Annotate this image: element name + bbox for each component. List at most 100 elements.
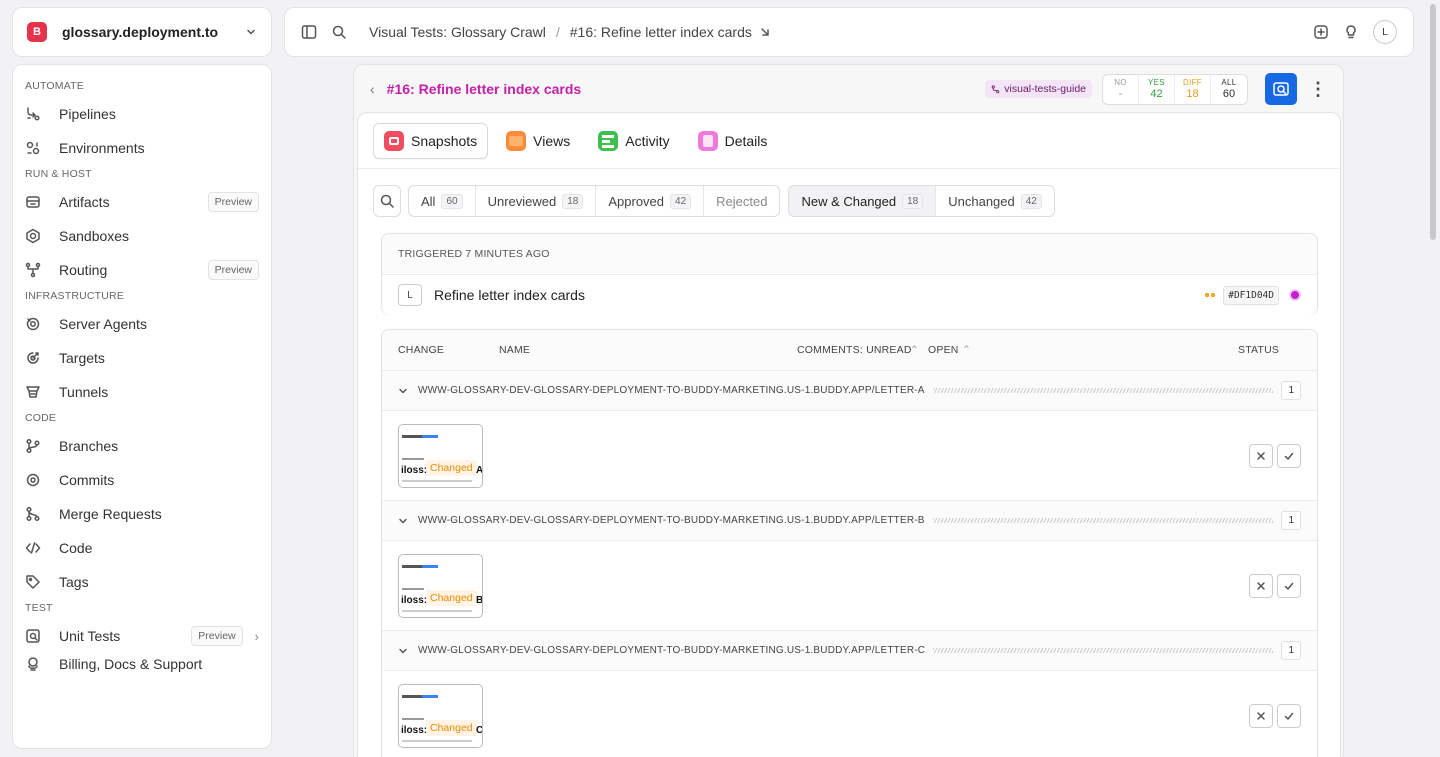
snapshot-thumbnail[interactable]: iloss: Changed C: [398, 684, 483, 748]
commit-hash[interactable]: #DF1D04D: [1223, 285, 1279, 305]
sidebar-item-merge-requests[interactable]: Merge Requests: [13, 497, 271, 531]
col-name[interactable]: NAME: [499, 344, 530, 356]
branch-tag-label: visual-tests-guide: [1004, 83, 1086, 95]
sidebar-item-tags[interactable]: Tags: [13, 565, 271, 599]
sidebar-item-pipelines[interactable]: Pipelines: [13, 97, 271, 131]
review-button[interactable]: [1265, 73, 1297, 105]
reject-button[interactable]: [1249, 444, 1273, 468]
reject-button[interactable]: [1249, 704, 1273, 728]
col-change[interactable]: CHANGE: [398, 344, 444, 356]
main-panel: ‹ #16: Refine letter index cards visual-…: [353, 64, 1344, 757]
section-test: TEST: [25, 602, 53, 614]
snapshot-group[interactable]: WWW-GLOSSARY-DEV-GLOSSARY-DEPLOYMENT-TO-…: [382, 501, 1317, 541]
stat-all: ALL 60: [1221, 78, 1237, 100]
sidebar-toggle-icon[interactable]: [301, 24, 317, 40]
changed-label: Changed: [426, 460, 477, 476]
back-icon[interactable]: ‹: [370, 81, 375, 97]
sidebar-item-billing[interactable]: Billing, Docs & Support: [13, 653, 271, 675]
status-dot-icon: [1289, 289, 1301, 301]
sort-asc-icon[interactable]: ⌃: [910, 344, 919, 356]
sidebar-item-sandboxes[interactable]: Sandboxes: [13, 219, 271, 253]
check-icon: [1284, 712, 1294, 720]
changed-label: Changed: [426, 720, 477, 736]
breadcrumb-project[interactable]: Visual Tests: Glossary Crawl: [369, 24, 546, 40]
group-count: 1: [1281, 381, 1301, 400]
reject-button[interactable]: [1249, 574, 1273, 598]
trigger-card: TRIGGERED 7 MINUTES AGO L Refine letter …: [381, 233, 1318, 315]
bulb-icon[interactable]: [1343, 24, 1359, 40]
tab-activity[interactable]: Activity: [588, 123, 679, 159]
breadcrumb-run[interactable]: #16: Refine letter index cards: [570, 24, 752, 40]
col-open[interactable]: OPEN: [928, 344, 959, 356]
review-actions: [1249, 444, 1301, 468]
tab-label: Snapshots: [411, 132, 478, 149]
chevron-down-icon: [399, 648, 407, 653]
tab-details[interactable]: Details: [688, 123, 778, 159]
sidebar-item-server-agents[interactable]: Server Agents: [13, 307, 271, 341]
snapshot-group[interactable]: WWW-GLOSSARY-DEV-GLOSSARY-DEPLOYMENT-TO-…: [382, 371, 1317, 411]
col-comments[interactable]: COMMENTS: UNREAD: [797, 344, 912, 356]
search-icon[interactable]: [331, 24, 347, 40]
sidebar-item-label: Merge Requests: [59, 506, 162, 522]
filter-approved[interactable]: Approved 42: [596, 186, 705, 216]
sidebar-item-label: Unit Tests: [59, 628, 121, 644]
filter-all[interactable]: All 60: [409, 186, 476, 216]
approve-button[interactable]: [1277, 444, 1301, 468]
arrow-down-right-icon[interactable]: [760, 27, 770, 37]
filter-search-button[interactable]: [373, 185, 401, 217]
sidebar-item-label: Code: [59, 540, 93, 556]
sidebar-item-environments[interactable]: Environments: [13, 131, 271, 165]
sidebar-item-commits[interactable]: Commits: [13, 463, 271, 497]
snapshot-group[interactable]: WWW-GLOSSARY-DEV-GLOSSARY-DEPLOYMENT-TO-…: [382, 631, 1317, 671]
sidebar-item-unit-tests[interactable]: Unit Tests Preview ›: [13, 619, 271, 653]
table-row: iloss: Changed A: [382, 411, 1317, 501]
preview-badge: Preview: [207, 260, 259, 280]
close-icon: [1257, 712, 1265, 720]
agent-icon: [26, 317, 40, 331]
page-scrollbar[interactable]: [1430, 4, 1436, 240]
sidebar-item-label: Billing, Docs & Support: [59, 656, 203, 672]
sidebar-item-label: Tunnels: [59, 384, 109, 400]
snapshots-table: CHANGE NAME COMMENTS: UNREAD ⌃ OPEN ⌃ ST…: [381, 329, 1318, 757]
approve-button[interactable]: [1277, 574, 1301, 598]
tab-views[interactable]: Views: [496, 123, 580, 159]
preview-badge: Preview: [207, 192, 259, 212]
tunnel-icon: [26, 386, 40, 398]
chevron-down-icon: [247, 29, 255, 35]
trigger-header: TRIGGERED 7 MINUTES AGO: [398, 248, 550, 260]
content-card: Snapshots Views Activity Details All 60 U…: [357, 112, 1341, 757]
sidebar-item-routing[interactable]: Routing Preview: [13, 253, 271, 287]
tab-snapshots[interactable]: Snapshots: [373, 122, 489, 159]
filter-new-changed[interactable]: New & Changed 18: [789, 186, 937, 216]
check-icon: [1284, 452, 1294, 460]
support-icon: [28, 657, 38, 671]
snapshot-thumbnail[interactable]: iloss: Changed A: [398, 424, 483, 488]
group-count: 1: [1281, 511, 1301, 530]
snapshot-thumbnail[interactable]: iloss: Changed B: [398, 554, 483, 618]
filter-unchanged[interactable]: Unchanged 42: [936, 186, 1054, 216]
filter-rejected[interactable]: Rejected: [704, 186, 779, 216]
more-icon[interactable]: ⋮: [1309, 79, 1327, 100]
sidebar-item-tunnels[interactable]: Tunnels: [13, 375, 271, 409]
activity-icon: [598, 130, 619, 151]
sidebar-item-branches[interactable]: Branches: [13, 429, 271, 463]
sidebar-item-label: Environments: [59, 140, 145, 156]
sidebar-item-artifacts[interactable]: Artifacts Preview: [13, 185, 271, 219]
sort-asc-icon[interactable]: ⌃: [962, 344, 971, 356]
commit-row[interactable]: L Refine letter index cards #DF1D04D: [382, 274, 1317, 315]
thumb-letter: A: [476, 465, 483, 476]
workspace-selector[interactable]: B glossary.deployment.to: [12, 7, 272, 57]
tab-label: Activity: [625, 132, 670, 149]
sidebar-item-code[interactable]: Code: [13, 531, 271, 565]
branch-tag[interactable]: visual-tests-guide: [985, 80, 1092, 98]
sidebar-item-targets[interactable]: Targets: [13, 341, 271, 375]
pipeline-icon: [27, 107, 40, 121]
commit-author-avatar: L: [398, 284, 422, 306]
thumb-letter: C: [476, 725, 483, 736]
check-icon: [1284, 582, 1294, 590]
add-icon[interactable]: [1313, 24, 1329, 40]
avatar[interactable]: L: [1373, 20, 1397, 44]
tag-icon: [26, 575, 40, 589]
approve-button[interactable]: [1277, 704, 1301, 728]
filter-unreviewed[interactable]: Unreviewed 18: [476, 186, 597, 216]
